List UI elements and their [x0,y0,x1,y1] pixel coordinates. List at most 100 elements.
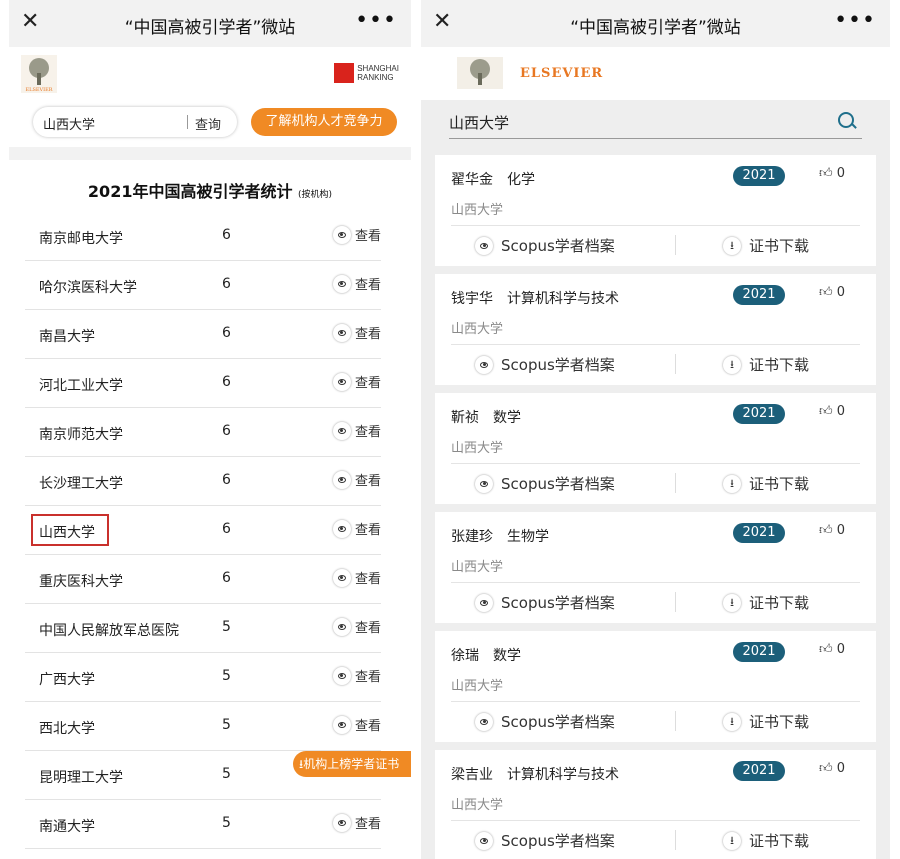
sr-line-2: RANKING [357,73,394,82]
certificate-download-button[interactable]: ⭳ 证书下载 [723,354,809,375]
year-badge: 2021 [733,285,785,305]
sr-line-1: SHANGHAI [357,64,399,73]
institution-row: 重庆医科大学 6 查看 [25,555,381,604]
like-button[interactable]: 👍︎ 0 [819,761,845,776]
scholar-institution: 山西大学 [451,203,504,218]
institution-row: 山西大学 6 查看 [25,506,381,555]
view-button[interactable]: 查看 [332,519,381,538]
like-button[interactable]: 👍︎ 0 [819,523,845,538]
eye-icon [475,831,493,850]
stats-subtitle: (按机构) [298,190,333,200]
svg-text:ELSEVIER: ELSEVIER [25,87,52,93]
institution-name: 广西大学 [39,672,95,688]
institution-row: 西北大学 5 查看 [25,702,381,751]
page-title: “中国高被引学者”微站 [124,18,296,38]
divider [451,344,860,345]
institution-name: 哈尔滨医科大学 [39,280,137,296]
download-label: 证书下载 [749,832,810,850]
scholar-institution: 山西大学 [451,441,504,456]
year-badge: 2021 [733,642,785,662]
scholar-name: 徐瑞 数学 [451,648,521,664]
view-button[interactable]: 查看 [332,617,381,636]
scholar-field: 生物学 [507,529,549,545]
scholar-field: 计算机科学与技术 [507,291,619,307]
more-icon[interactable]: ••• [834,8,876,33]
view-button[interactable]: 查看 [332,421,381,440]
scopus-label: Scopus学者档案 [501,475,615,493]
scholar-count: 5 [222,766,231,782]
download-icon: ⭳ [723,356,741,374]
like-button[interactable]: 👍︎ 0 [819,642,845,657]
eye-icon [332,617,351,636]
view-button[interactable]: 查看 [332,225,381,244]
scholar-institution: 山西大学 [451,560,504,575]
search-input[interactable]: 山西大学 [43,114,95,133]
eye-icon [332,519,351,538]
view-button[interactable]: 查看 [332,323,381,342]
view-label: 查看 [354,572,381,587]
eye-icon [475,474,493,493]
certificate-download-button[interactable]: ⭳ 证书下载 [723,830,809,851]
scopus-profile-button[interactable]: Scopus学者档案 [475,235,615,256]
shanghai-ranking-logo: SHANGHAI RANKING [334,63,399,83]
like-button[interactable]: 👍︎ 0 [819,285,845,300]
scholar-field: 计算机科学与技术 [507,767,619,783]
like-count: 0 [836,166,846,181]
view-label: 查看 [354,327,381,342]
like-button[interactable]: 👍︎ 0 [819,404,845,419]
scopus-profile-button[interactable]: Scopus学者档案 [475,473,615,494]
download-icon: ⭳ [723,832,741,850]
scholar-count: 5 [222,668,231,684]
view-button[interactable]: 查看 [332,813,381,832]
scopus-profile-button[interactable]: Scopus学者档案 [475,711,615,732]
scopus-profile-button[interactable]: Scopus学者档案 [475,592,615,613]
institution-name: 南昌大学 [39,329,95,345]
view-button[interactable]: 查看 [332,715,381,734]
institution-name: 山西大学 [39,525,95,541]
view-button[interactable]: 查看 [332,274,381,293]
eye-icon [332,225,351,244]
talent-competitiveness-button[interactable]: 了解机构人才竞争力 [251,108,397,136]
download-icon: ⭳ [723,237,741,255]
left-screen: ✕ “中国高被引学者”微站 ••• ELSEVIER SHANGHAI RANK… [9,0,411,859]
view-button[interactable]: 查看 [332,470,381,489]
eye-icon [332,274,351,293]
divider [675,711,676,731]
search-bar[interactable]: 山西大学 [421,100,890,145]
view-button[interactable]: 查看 [332,568,381,587]
search-icon[interactable] [838,112,854,128]
certificate-download-button[interactable]: ⭳ 证书下载 [723,592,809,613]
divider [187,115,188,129]
certificate-download-button[interactable]: ⭳ 证书下载 [723,711,809,732]
view-label: 查看 [354,376,381,391]
query-button[interactable]: 查询 [195,114,221,133]
institution-row: 中国人民解放军总医院 5 查看 [25,604,381,653]
like-count: 0 [836,285,846,300]
certificate-download-button[interactable]: ⭳ 证书下载 [723,235,809,256]
top-bar: ✕ “中国高被引学者”微站 ••• [9,0,411,47]
scopus-label: Scopus学者档案 [501,832,615,850]
like-button[interactable]: 👍︎ 0 [819,166,845,181]
divider [451,820,860,821]
divider [675,473,676,493]
scholar-name: 靳祯 数学 [451,410,521,426]
divider [451,463,860,464]
search-bar[interactable]: 山西大学 查询 [33,107,237,137]
scholar-count: 5 [222,717,231,733]
more-icon[interactable]: ••• [355,8,397,33]
certificate-download-button[interactable]: ⭳ 证书下载 [723,473,809,494]
certificate-download-button[interactable]: ⭳机构上榜学者证书 [293,751,411,777]
institution-row: 南通大学 5 查看 [25,800,381,849]
view-button[interactable]: 查看 [332,372,381,391]
scopus-profile-button[interactable]: Scopus学者档案 [475,830,615,851]
divider [675,235,676,255]
institution-row: 哈尔滨医科大学 6 查看 [25,261,381,310]
search-input[interactable]: 山西大学 [449,112,509,133]
view-label: 查看 [354,474,381,489]
divider [451,225,860,226]
scholar-institution: 山西大学 [451,798,504,813]
scopus-profile-button[interactable]: Scopus学者档案 [475,354,615,375]
download-label: 证书下载 [749,237,810,255]
scholar-count: 6 [222,521,231,537]
view-button[interactable]: 查看 [332,666,381,685]
